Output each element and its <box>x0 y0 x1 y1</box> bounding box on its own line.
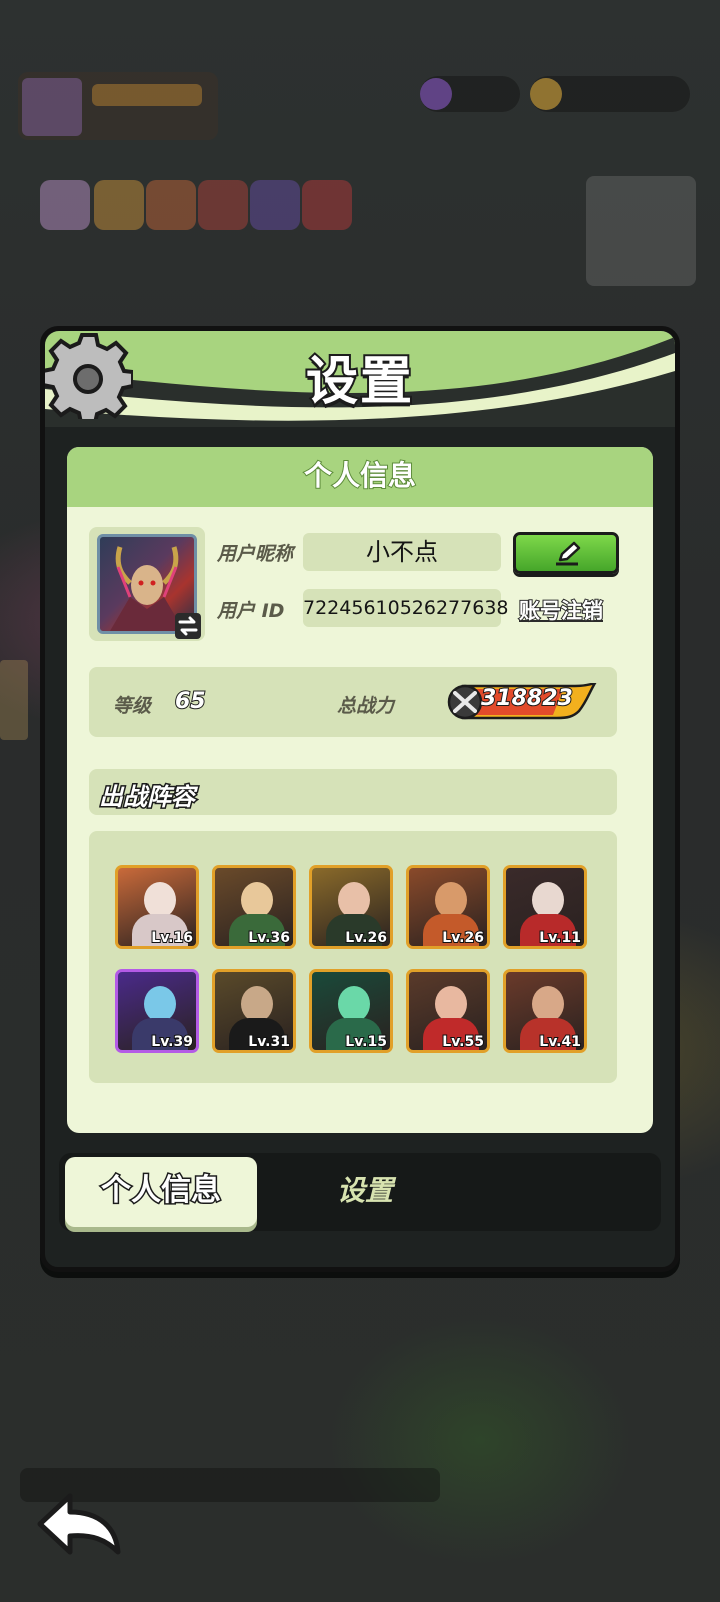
hero-level: Lv.31 <box>247 1033 291 1050</box>
lineup-title: 出战阵容 <box>98 782 197 813</box>
hero-portrait <box>338 986 370 1022</box>
bg-menu-icon <box>146 180 196 230</box>
bg-menu-icon <box>198 180 248 230</box>
profile-card: 个人信息 用户昵称 小不点 用户 ID 72245610526277638 账号… <box>67 447 653 1133</box>
level-label: 等级 <box>113 695 152 717</box>
hero-portrait <box>144 986 176 1022</box>
hero-level: Lv.26 <box>441 929 485 946</box>
settings-panel: 设置 个人信息 用户昵称 小不点 用户 ID 72245610526277638… <box>40 326 680 1272</box>
back-arrow-icon <box>37 1493 121 1555</box>
hero-portrait <box>338 882 370 918</box>
hero-level: Lv.15 <box>344 1033 388 1050</box>
hero-portrait <box>144 882 176 918</box>
bg-player-name <box>92 84 202 106</box>
hero-portrait <box>532 986 564 1022</box>
bg-minimap <box>586 176 696 286</box>
bg-coin-icon <box>530 78 562 110</box>
hero-level: Lv.16 <box>150 929 194 946</box>
avatar-box[interactable] <box>89 527 205 641</box>
hero-level: Lv.26 <box>344 929 388 946</box>
panel-title: 设置 <box>304 350 414 414</box>
profile-section-title: 个人信息 <box>67 447 653 507</box>
power-value: 318823 <box>480 685 574 712</box>
swap-avatar-icon[interactable] <box>175 613 201 639</box>
user-id-field: 72245610526277638 <box>303 589 509 627</box>
hero-slot[interactable]: Lv.26 <box>406 865 490 949</box>
hero-slot[interactable]: Lv.15 <box>309 969 393 1053</box>
bg-menu-icon <box>94 180 144 230</box>
bg-gem-icon <box>420 78 452 110</box>
hero-level: Lv.36 <box>247 929 291 946</box>
hero-slot[interactable]: Lv.41 <box>503 969 587 1053</box>
bg-player-avatar <box>22 78 82 136</box>
bg-menu-icon <box>302 180 352 230</box>
hero-slot[interactable]: Lv.39 <box>115 969 199 1053</box>
hero-level: Lv.41 <box>538 1033 582 1050</box>
bg-menu-icon <box>40 180 90 230</box>
hero-portrait <box>241 986 273 1022</box>
hero-portrait <box>241 882 273 918</box>
bottom-tabs: 个人信息 设置 <box>59 1153 661 1231</box>
bg-side-item <box>0 660 28 740</box>
hero-level: Lv.11 <box>538 929 582 946</box>
hero-portrait <box>435 986 467 1022</box>
hero-slot[interactable]: Lv.31 <box>212 969 296 1053</box>
hero-portrait <box>435 882 467 918</box>
bg-menu-icon <box>250 180 300 230</box>
hero-slot[interactable]: Lv.36 <box>212 865 296 949</box>
hero-portrait <box>532 882 564 918</box>
stats-row: 等级 65 总战力 318823 <box>89 667 617 737</box>
nickname-label: 用户昵称 <box>217 543 294 565</box>
tab-settings[interactable]: 设置 <box>265 1157 465 1227</box>
cancel-account-link[interactable]: 账号注销 <box>518 595 604 625</box>
hero-slot[interactable]: Lv.16 <box>115 865 199 949</box>
hero-slot[interactable]: Lv.11 <box>503 865 587 949</box>
edit-pencil-icon <box>556 541 581 566</box>
panel-header: 设置 <box>45 331 675 427</box>
edit-nickname-button[interactable] <box>513 532 619 574</box>
hero-slot[interactable]: Lv.55 <box>406 969 490 1053</box>
hero-slot[interactable]: Lv.26 <box>309 865 393 949</box>
power-label: 总战力 <box>337 695 395 717</box>
back-button[interactable] <box>36 1490 126 1560</box>
nickname-field: 小不点 <box>303 533 501 571</box>
hero-level: Lv.39 <box>150 1033 194 1050</box>
level-value: 65 <box>174 688 207 715</box>
lineup-grid: Lv.16 Lv.36 Lv.26 Lv.26 Lv.11 Lv.39 Lv.31 Lv.15… <box>89 831 617 1083</box>
tab-profile[interactable]: 个人信息 <box>65 1157 257 1227</box>
user-id-label: 用户 ID <box>217 600 285 622</box>
hero-level: Lv.55 <box>441 1033 485 1050</box>
lineup-header: 出战阵容 <box>89 769 617 815</box>
